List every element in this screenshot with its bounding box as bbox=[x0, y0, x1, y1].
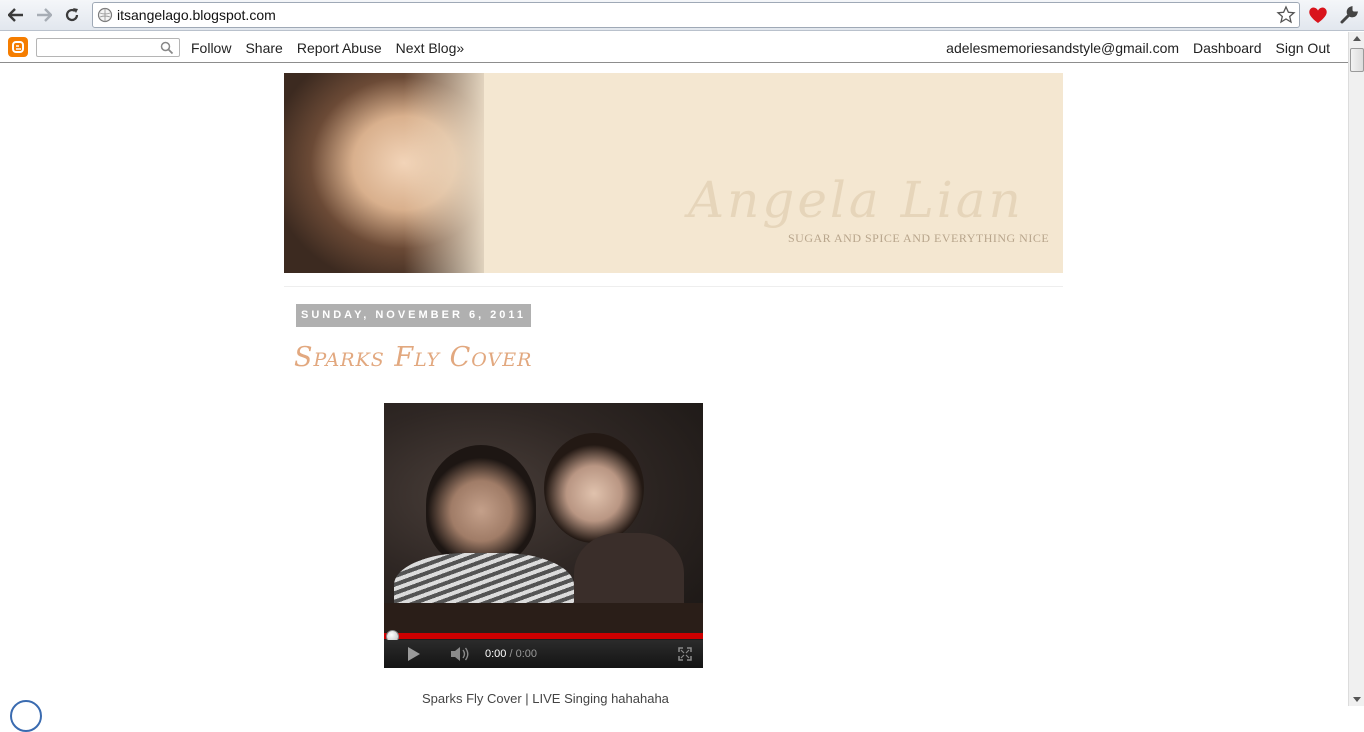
blogger-navbar: Follow Share Report Abuse Next Blog» ade… bbox=[0, 32, 1348, 63]
back-button[interactable] bbox=[4, 4, 28, 26]
reload-button[interactable] bbox=[60, 4, 84, 26]
heart-extension-icon[interactable] bbox=[1307, 4, 1329, 26]
follow-link[interactable]: Follow bbox=[191, 40, 231, 56]
search-icon[interactable] bbox=[160, 41, 174, 55]
browser-toolbar: itsangelago.blogspot.com bbox=[0, 0, 1364, 31]
video-current-time: 0:00 bbox=[485, 648, 507, 660]
wrench-menu-icon[interactable] bbox=[1338, 4, 1360, 26]
address-bar[interactable]: itsangelago.blogspot.com bbox=[92, 2, 1300, 28]
account-email: adelesmemoriesandstyle@gmail.com bbox=[946, 40, 1180, 56]
video-progress-bar[interactable] bbox=[384, 633, 703, 639]
video-guitar bbox=[384, 603, 703, 633]
scroll-down-arrow-icon[interactable] bbox=[1353, 697, 1361, 702]
vertical-scrollbar[interactable] bbox=[1348, 32, 1364, 706]
bookmark-star-icon[interactable] bbox=[1276, 5, 1296, 25]
blog-search-box bbox=[36, 38, 180, 57]
dashboard-link[interactable]: Dashboard bbox=[1193, 40, 1262, 56]
post-title[interactable]: Sparks Fly Cover bbox=[294, 342, 532, 373]
post-date-header: SUNDAY, NOVEMBER 6, 2011 bbox=[296, 304, 532, 327]
next-blog-link[interactable]: Next Blog» bbox=[396, 40, 464, 56]
video-thumbnail[interactable] bbox=[384, 403, 703, 633]
scrollbar-thumb[interactable] bbox=[1350, 48, 1364, 72]
forward-button[interactable] bbox=[32, 4, 56, 26]
report-abuse-link[interactable]: Report Abuse bbox=[297, 40, 382, 56]
header-photo-fade bbox=[404, 73, 494, 273]
scroll-up-arrow-icon[interactable] bbox=[1353, 36, 1361, 41]
corner-badge-icon[interactable] bbox=[10, 700, 42, 732]
blog-search-input[interactable] bbox=[40, 40, 158, 55]
sign-out-link[interactable]: Sign Out bbox=[1276, 40, 1330, 56]
share-link[interactable]: Share bbox=[245, 40, 282, 56]
navbar-account: adelesmemoriesandstyle@gmail.com Dashboa… bbox=[946, 40, 1330, 56]
blog-tagline: SUGAR AND SPICE AND EVERYTHING NICE bbox=[788, 231, 1050, 245]
video-controls: 0:00 / 0:00 bbox=[384, 640, 703, 668]
blogger-logo-icon[interactable] bbox=[8, 37, 28, 57]
video-caption: Sparks Fly Cover | LIVE Singing hahahaha bbox=[422, 691, 669, 706]
volume-icon[interactable] bbox=[450, 647, 470, 661]
video-person-right bbox=[544, 433, 644, 543]
globe-icon bbox=[97, 7, 113, 23]
blog-header-banner[interactable]: Angela Lian SUGAR AND SPICE AND EVERYTHI… bbox=[284, 73, 1063, 273]
play-icon[interactable] bbox=[408, 647, 420, 661]
fullscreen-icon[interactable] bbox=[678, 647, 692, 661]
blog-title: Angela Lian bbox=[688, 171, 1024, 229]
forward-arrow-icon bbox=[37, 8, 52, 22]
video-duration: 0:00 bbox=[515, 648, 538, 660]
video-person-left bbox=[426, 445, 536, 565]
url-text: itsangelago.blogspot.com bbox=[117, 7, 276, 23]
video-time: 0:00 / 0:00 bbox=[485, 648, 537, 660]
blogger-b-icon bbox=[12, 41, 24, 53]
reload-icon bbox=[65, 8, 79, 22]
navbar-links: Follow Share Report Abuse Next Blog» bbox=[191, 40, 464, 56]
back-arrow-icon bbox=[8, 8, 23, 22]
header-divider bbox=[284, 286, 1063, 287]
video-player[interactable]: 0:00 / 0:00 bbox=[384, 403, 703, 668]
video-time-separator: / bbox=[506, 648, 516, 660]
